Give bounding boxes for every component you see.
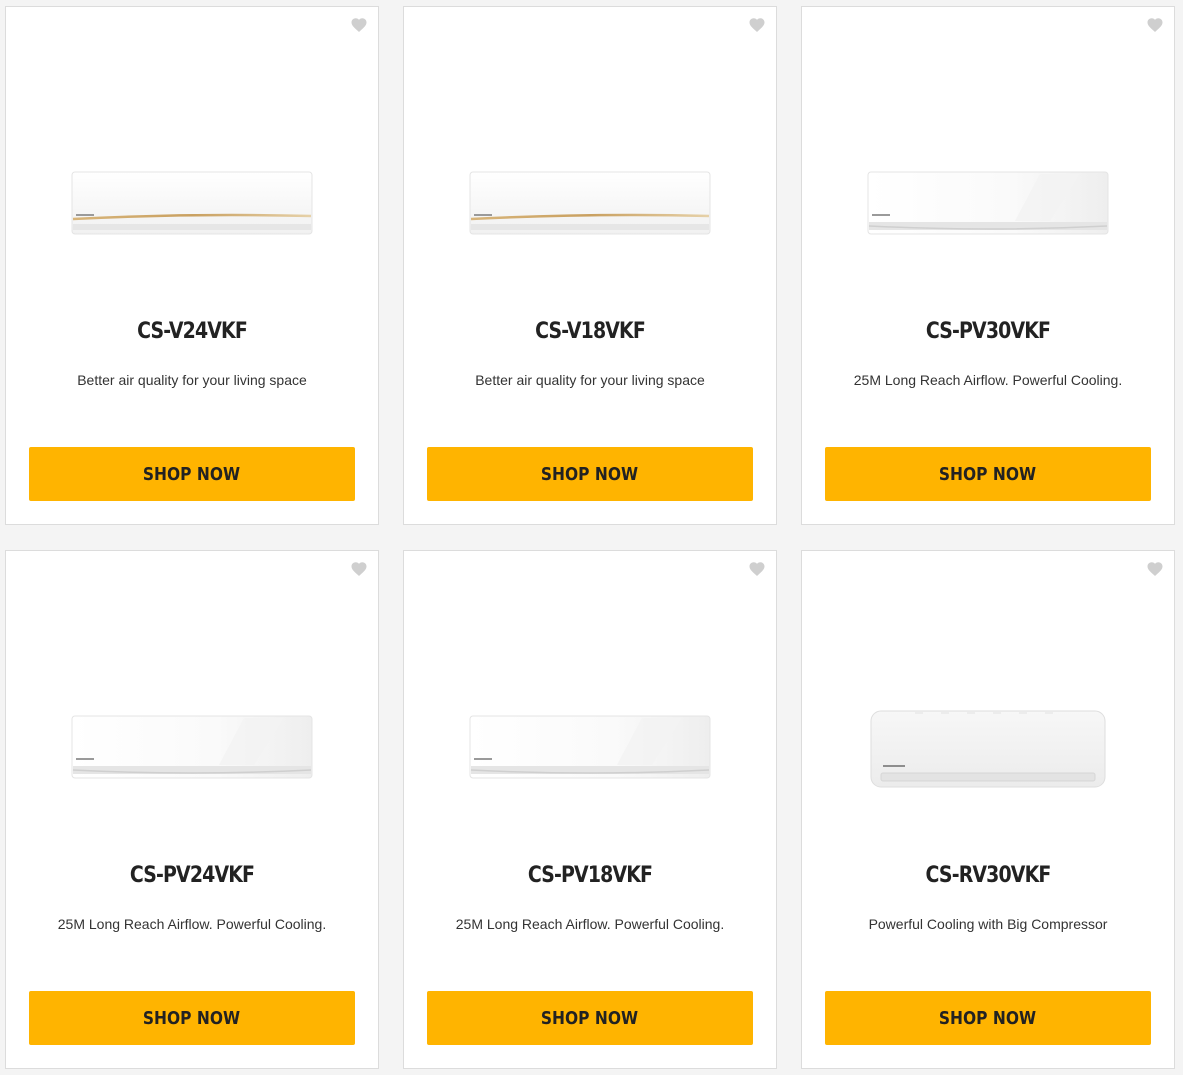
shop-now-button[interactable]: SHOP NOW [427, 991, 753, 1045]
product-card: CS-PV24VKF 25M Long Reach Airflow. Power… [5, 550, 379, 1069]
heart-icon[interactable] [748, 16, 766, 34]
shop-now-button[interactable]: SHOP NOW [825, 991, 1151, 1045]
product-name: CS-V18VKF [535, 319, 646, 344]
shop-now-button[interactable]: SHOP NOW [825, 447, 1151, 501]
product-grid: CS-V24VKF Better air quality for your li… [5, 6, 1176, 1069]
shop-now-label: SHOP NOW [541, 463, 639, 485]
product-card: CS-RV30VKF Powerful Cooling with Big Com… [801, 550, 1175, 1069]
shop-now-button[interactable]: SHOP NOW [29, 447, 355, 501]
product-description: Powerful Cooling with Big Compressor [868, 916, 1108, 932]
air-conditioner-image[interactable] [404, 137, 776, 267]
product-description: Better air quality for your living space [475, 372, 705, 388]
product-description: Better air quality for your living space [77, 372, 307, 388]
product-description: 25M Long Reach Airflow. Powerful Cooling… [57, 916, 327, 932]
heart-icon[interactable] [350, 560, 368, 578]
product-name: CS-V24VKF [137, 319, 248, 344]
product-card: CS-V18VKF Better air quality for your li… [403, 6, 777, 525]
shop-now-label: SHOP NOW [939, 1007, 1037, 1029]
product-name: CS-RV30VKF [925, 863, 1052, 888]
air-conditioner-image[interactable] [6, 681, 378, 811]
shop-now-button[interactable]: SHOP NOW [29, 991, 355, 1045]
air-conditioner-image[interactable] [802, 681, 1174, 811]
heart-icon[interactable] [350, 16, 368, 34]
shop-now-button[interactable]: SHOP NOW [427, 447, 753, 501]
product-name: CS-PV18VKF [527, 863, 653, 888]
shop-now-label: SHOP NOW [541, 1007, 639, 1029]
air-conditioner-image[interactable] [802, 137, 1174, 267]
product-card: CS-PV18VKF 25M Long Reach Airflow. Power… [403, 550, 777, 1069]
product-description: 25M Long Reach Airflow. Powerful Cooling… [853, 372, 1123, 388]
product-description: 25M Long Reach Airflow. Powerful Cooling… [455, 916, 725, 932]
heart-icon[interactable] [1146, 16, 1164, 34]
shop-now-label: SHOP NOW [939, 463, 1037, 485]
heart-icon[interactable] [748, 560, 766, 578]
product-card: CS-V24VKF Better air quality for your li… [5, 6, 379, 525]
product-name: CS-PV24VKF [129, 863, 255, 888]
air-conditioner-image[interactable] [6, 137, 378, 267]
product-name: CS-PV30VKF [925, 319, 1051, 344]
heart-icon[interactable] [1146, 560, 1164, 578]
product-card: CS-PV30VKF 25M Long Reach Airflow. Power… [801, 6, 1175, 525]
shop-now-label: SHOP NOW [143, 463, 241, 485]
air-conditioner-image[interactable] [404, 681, 776, 811]
shop-now-label: SHOP NOW [143, 1007, 241, 1029]
